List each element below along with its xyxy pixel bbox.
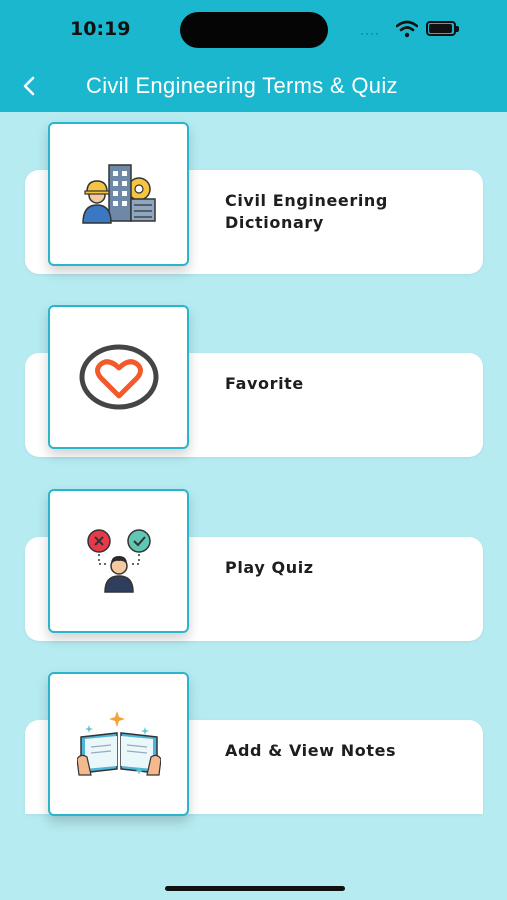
status-time: 10:19 (70, 18, 131, 40)
chevron-left-icon (23, 76, 35, 96)
dictionary-icon-tile[interactable] (48, 122, 189, 266)
battery-icon (426, 21, 459, 36)
notes-icon-tile[interactable] (48, 672, 189, 816)
status-bar: 10:19 ···· (0, 0, 507, 60)
menu-item-label: Add & View Notes (225, 741, 397, 760)
nav-bar: Civil Engineering Terms & Quiz (0, 60, 507, 112)
wifi-icon (396, 20, 418, 38)
quiz-person-icon (86, 529, 151, 593)
status-indicators: ···· (360, 20, 470, 40)
menu-item-label: Civil Engineering Dictionary (225, 191, 388, 232)
page-title: Civil Engineering Terms & Quiz (86, 73, 398, 98)
home-indicator[interactable] (165, 886, 345, 891)
back-button[interactable] (14, 70, 44, 102)
signal-icon: ···· (360, 26, 380, 40)
dynamic-island (180, 12, 328, 48)
menu-item-label: Play Quiz (225, 558, 314, 577)
favorite-icon-tile[interactable] (48, 305, 189, 449)
heart-icon (79, 344, 158, 410)
menu-item-label: Favorite (225, 374, 304, 393)
engineer-building-icon (81, 164, 156, 224)
quiz-icon-tile[interactable] (48, 489, 189, 633)
open-book-icon (76, 711, 161, 776)
